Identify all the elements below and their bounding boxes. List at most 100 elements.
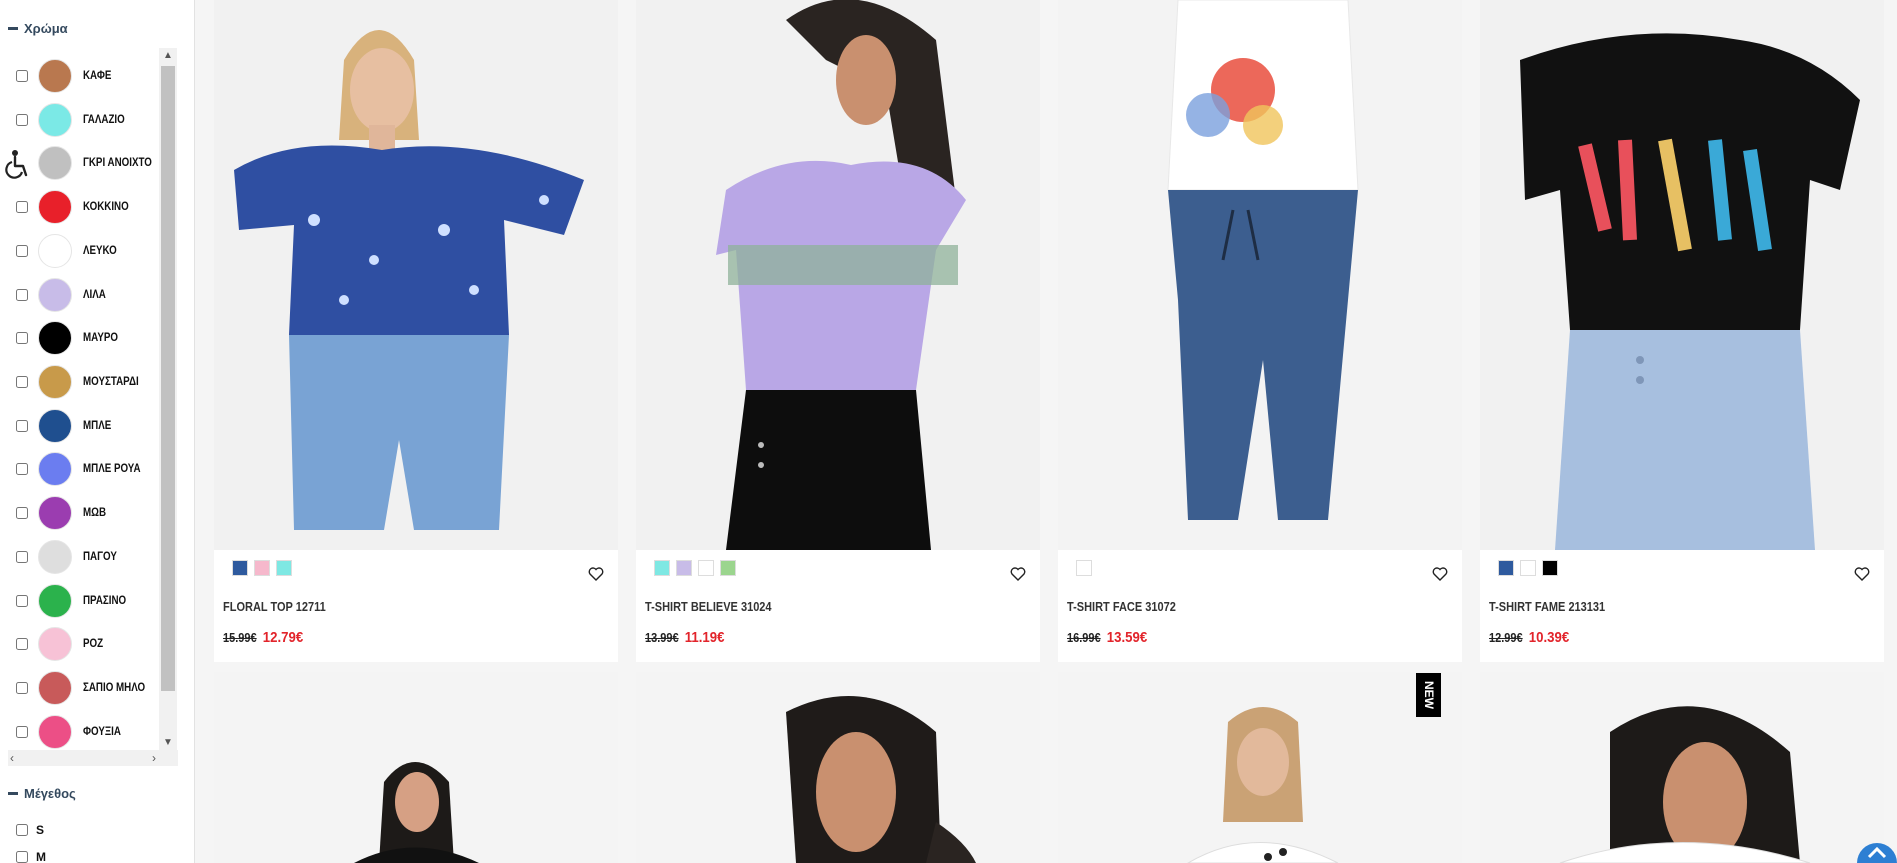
color-option[interactable]: ΜΩΒ (8, 493, 110, 533)
color-swatch[interactable] (38, 103, 72, 137)
product-image[interactable] (1058, 672, 1462, 863)
wishlist-heart-icon[interactable] (1432, 566, 1448, 582)
scroll-down-icon[interactable]: ▼ (163, 737, 173, 748)
product-title[interactable]: T-SHIRT FAME 213131 (1489, 600, 1605, 614)
color-checkbox[interactable] (16, 289, 28, 301)
color-option[interactable]: ΦΟΥΞΙΑ (8, 712, 128, 752)
color-swatch[interactable] (38, 671, 72, 705)
product-card[interactable]: FLORAL TOP 12711 15.99€ 12.79€ (214, 0, 618, 662)
color-option[interactable]: ΡΟΖ (8, 624, 107, 664)
product-card[interactable]: T-SHIRT FAME 213131 12.99€ 10.39€ (1480, 0, 1884, 662)
color-option[interactable]: ΚΟΚΚΙΝΟ (8, 187, 137, 227)
variant-swatch[interactable] (1520, 560, 1536, 576)
color-option[interactable]: ΛΕΥΚΟ (8, 231, 123, 271)
product-title[interactable]: FLORAL TOP 12711 (223, 600, 326, 614)
variant-swatch[interactable] (1542, 560, 1558, 576)
color-checkbox[interactable] (16, 420, 28, 432)
color-checkbox[interactable] (16, 201, 28, 213)
wishlist-heart-icon[interactable] (1010, 566, 1026, 582)
color-option[interactable]: ΚΑΦΕ (8, 56, 116, 96)
color-option[interactable]: ΠΑΓΟΥ (8, 537, 123, 577)
product-image[interactable] (636, 672, 1040, 863)
scroll-up-icon[interactable]: ▲ (163, 50, 173, 61)
color-label: ΜΑΥΡΟ (83, 332, 118, 344)
product-image[interactable] (214, 672, 618, 863)
color-checkbox[interactable] (16, 551, 28, 563)
variant-swatch[interactable] (254, 560, 270, 576)
color-swatch[interactable] (38, 365, 72, 399)
variant-swatch[interactable] (276, 560, 292, 576)
wishlist-heart-icon[interactable] (1854, 566, 1870, 582)
product-card[interactable] (1480, 672, 1884, 863)
color-checkbox[interactable] (16, 70, 28, 82)
size-checkbox[interactable] (16, 851, 28, 863)
variant-swatch[interactable] (232, 560, 248, 576)
color-swatch[interactable] (38, 715, 72, 749)
color-checkbox[interactable] (16, 726, 28, 738)
product-title[interactable]: T-SHIRT FACE 31072 (1067, 600, 1176, 614)
color-option[interactable]: ΜΑΥΡΟ (8, 318, 124, 358)
color-swatch[interactable] (38, 584, 72, 618)
color-option[interactable]: ΜΠΛΕ (8, 406, 116, 446)
color-swatch[interactable] (38, 146, 72, 180)
variant-swatch[interactable] (698, 560, 714, 576)
color-swatch[interactable] (38, 452, 72, 486)
color-swatch[interactable] (38, 278, 72, 312)
product-card[interactable] (636, 672, 1040, 863)
color-checkbox[interactable] (16, 245, 28, 257)
color-swatch[interactable] (38, 496, 72, 530)
size-checkbox[interactable] (16, 824, 28, 836)
color-list-horizontal-scrollbar[interactable]: ‹ › (8, 750, 178, 766)
product-image[interactable] (1480, 0, 1884, 550)
product-card[interactable] (214, 672, 618, 863)
color-swatch[interactable] (38, 59, 72, 93)
color-list-vertical-scrollbar[interactable]: ▲ ▼ (159, 48, 177, 750)
product-image[interactable] (1058, 0, 1462, 550)
color-option[interactable]: ΣΑΠΙΟ ΜΗΛΟ (8, 668, 156, 708)
size-option[interactable]: M (16, 850, 46, 863)
color-option[interactable]: ΜΟΥΣΤΑΡΔΙ (8, 362, 149, 402)
variant-swatch[interactable] (654, 560, 670, 576)
color-checkbox[interactable] (16, 507, 28, 519)
product-card[interactable]: NEW (1058, 672, 1462, 863)
variant-swatch[interactable] (720, 560, 736, 576)
variant-swatch[interactable] (1076, 560, 1092, 576)
product-title[interactable]: T-SHIRT BELIEVE 31024 (645, 600, 772, 614)
product-image[interactable] (214, 0, 618, 550)
color-option[interactable]: ΛΙΛΑ (8, 275, 110, 315)
scrollbar-thumb[interactable] (161, 66, 175, 691)
product-card[interactable]: T-SHIRT FACE 31072 16.99€ 13.59€ (1058, 0, 1462, 662)
color-swatch[interactable] (38, 321, 72, 355)
accessibility-button[interactable] (0, 143, 38, 185)
scroll-left-icon[interactable]: ‹ (10, 750, 14, 766)
color-option[interactable]: ΠΡΑΣΙΝΟ (8, 581, 134, 621)
color-swatch[interactable] (38, 190, 72, 224)
color-label: ΣΑΠΙΟ ΜΗΛΟ (83, 682, 146, 694)
size-option[interactable]: S (16, 823, 44, 837)
color-checkbox[interactable] (16, 638, 28, 650)
color-swatch[interactable] (38, 234, 72, 268)
color-checkbox[interactable] (16, 376, 28, 388)
color-checkbox[interactable] (16, 682, 28, 694)
color-option[interactable]: ΓΑΛΑΖΙΟ (8, 100, 132, 140)
color-swatch[interactable] (38, 627, 72, 661)
color-filter-heading[interactable]: Χρώμα (8, 21, 68, 36)
color-swatch[interactable] (38, 409, 72, 443)
color-label: ΜΩΒ (83, 507, 107, 519)
color-checkbox[interactable] (16, 595, 28, 607)
product-image[interactable] (636, 0, 1040, 550)
variant-swatch[interactable] (1498, 560, 1514, 576)
color-checkbox[interactable] (16, 332, 28, 344)
color-option[interactable]: ΜΠΛΕ ΡΟΥΑ (8, 449, 151, 489)
product-card[interactable]: T-SHIRT BELIEVE 31024 13.99€ 11.19€ (636, 0, 1040, 662)
scroll-right-icon[interactable]: › (152, 750, 156, 766)
color-checkbox[interactable] (16, 114, 28, 126)
product-image[interactable] (1480, 672, 1884, 863)
color-swatch[interactable] (38, 540, 72, 574)
wishlist-heart-icon[interactable] (588, 566, 604, 582)
variant-swatch[interactable] (676, 560, 692, 576)
color-checkbox[interactable] (16, 463, 28, 475)
scroll-to-top-button[interactable] (1857, 843, 1897, 863)
size-filter-heading[interactable]: Μέγεθος (8, 786, 76, 801)
arrow-up-icon (1867, 846, 1887, 859)
